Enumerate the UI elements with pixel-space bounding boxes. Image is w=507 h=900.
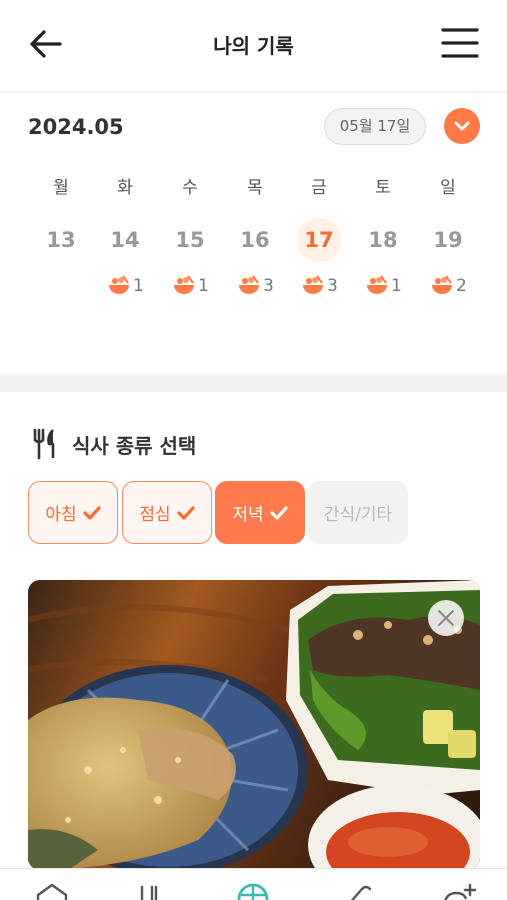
tag-icon [350, 885, 372, 900]
add-user-icon [444, 883, 477, 900]
meal-option-dinner[interactable]: 저녁 [215, 481, 305, 544]
check-icon [83, 505, 101, 520]
nav-home[interactable] [32, 883, 72, 900]
meal-count: 1 [365, 273, 402, 299]
calendar-day[interactable]: 15 [168, 218, 212, 262]
meal-count: 2 [430, 273, 467, 299]
chevron-down-icon [454, 121, 470, 131]
nav-globe[interactable] [233, 883, 273, 900]
remove-photo-button[interactable] [428, 600, 464, 636]
weekday-label: 일 [440, 178, 456, 198]
weekday-label: 목 [247, 178, 263, 198]
meal-count-value: 1 [198, 276, 209, 296]
meal-count-value: 3 [327, 276, 338, 296]
meal-type-header: 식사 종류 선택 [32, 428, 196, 460]
meal-count-value: 3 [263, 276, 274, 296]
meal-option-label: 점심 [139, 505, 171, 525]
menu-button[interactable] [441, 26, 479, 60]
hamburger-menu-icon [441, 28, 479, 58]
fork-knife-icon [33, 428, 55, 460]
month-label: 2024.05 [28, 115, 124, 139]
check-icon [270, 505, 288, 520]
weekday-label: 토 [375, 178, 391, 198]
calendar-day[interactable]: 13 [39, 218, 83, 262]
food-bowl-icon [109, 275, 129, 294]
check-icon [177, 505, 195, 520]
nav-tag[interactable] [338, 883, 378, 900]
food-bowl-icon [174, 275, 194, 294]
calendar-day[interactable]: 14 [103, 218, 147, 262]
day-number-row: 13 14 15 16 17 18 19 [0, 218, 507, 262]
weekday-label: 월 [53, 178, 69, 198]
nav-add-user[interactable] [440, 883, 480, 900]
meal-option-label: 저녁 [232, 505, 264, 525]
meal-count-value: 2 [456, 276, 467, 296]
meal-count: 3 [301, 273, 338, 299]
meal-count: 3 [237, 273, 274, 299]
meal-count-value: 1 [391, 276, 402, 296]
food-bowl-icon [432, 275, 452, 294]
close-icon [438, 610, 454, 626]
calendar-day[interactable]: 18 [361, 218, 405, 262]
calendar-day-selected[interactable]: 17 [297, 218, 341, 262]
meal-option-label: 간식/기타 [323, 505, 393, 525]
app-header: 나의 기록 [0, 0, 507, 92]
selected-date-pill[interactable]: 05월 17일 [324, 108, 426, 145]
globe-icon [237, 883, 269, 900]
calendar-day[interactable]: 16 [233, 218, 277, 262]
food-bowl-icon [367, 275, 387, 294]
meal-type-title: 식사 종류 선택 [72, 433, 197, 458]
home-icon [36, 883, 68, 900]
meal-option-lunch[interactable]: 점심 [122, 481, 212, 544]
weekday-row: 월 화 수 목 금 토 일 [0, 173, 507, 198]
meal-option-snack[interactable]: 간식/기타 [308, 481, 408, 544]
meal-count-row: 1 1 3 3 1 2 [0, 273, 507, 299]
weekday-label: 금 [311, 178, 327, 198]
meal-count: 1 [172, 273, 209, 299]
section-divider [0, 374, 507, 392]
meal-count-value: 1 [133, 276, 144, 296]
week-calendar: 2024.05 05월 17일 월 화 수 목 금 토 일 13 14 15 1… [0, 93, 507, 373]
meal-photo-image [28, 580, 480, 870]
bottom-navigation [0, 868, 507, 900]
page-title: 나의 기록 [213, 34, 294, 58]
meal-count: 1 [107, 273, 144, 299]
food-bowl-icon [239, 275, 259, 294]
food-log-icon [140, 885, 158, 900]
meal-type-section: 식사 종류 선택 아침 점심 저녁 간식/기타 [0, 392, 507, 900]
weekday-label: 화 [117, 178, 133, 198]
calendar-day[interactable]: 19 [426, 218, 470, 262]
meal-option-breakfast[interactable]: 아침 [28, 481, 118, 544]
weekday-label: 수 [182, 178, 198, 198]
food-bowl-icon [303, 275, 323, 294]
meal-photo[interactable] [28, 580, 480, 870]
meal-option-label: 아침 [45, 505, 77, 525]
nav-food-log[interactable] [130, 883, 170, 900]
calendar-dropdown-button[interactable] [444, 108, 480, 144]
